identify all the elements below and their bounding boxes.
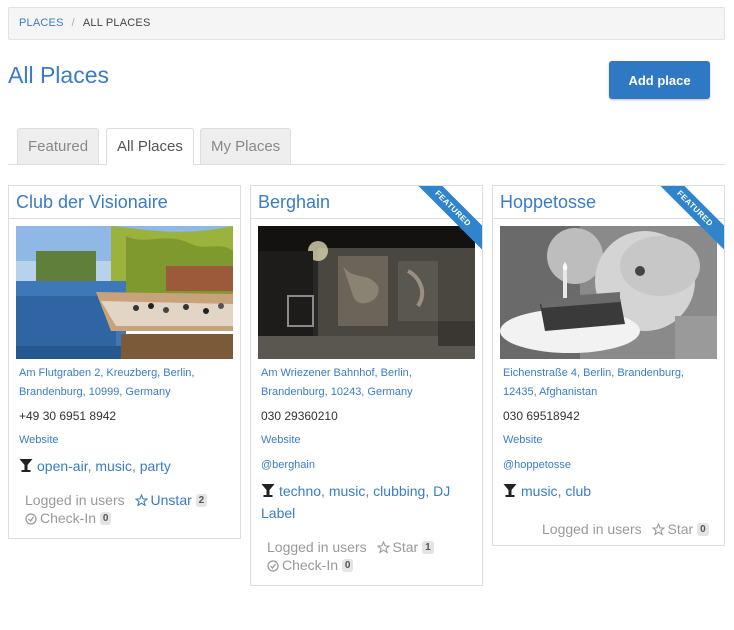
place-address-link[interactable]: Eichenstraße 4, Berlin, Brandenburg, 124… — [503, 364, 714, 402]
unstar-label: Unstar — [150, 492, 192, 508]
place-phone: +49 30 6951 8942 — [19, 409, 117, 423]
breadcrumb-current: ALL PLACES — [82, 17, 151, 29]
star-count-badge: 1 — [422, 541, 434, 554]
star-button[interactable]: Star — [376, 539, 423, 555]
place-handle-link[interactable]: @berghain — [261, 457, 472, 473]
checkin-count-badge: 0 — [341, 559, 354, 572]
place-tags: music, club — [503, 480, 714, 502]
tag-link[interactable]: club — [565, 483, 591, 499]
unstar-button[interactable]: Unstar — [134, 492, 196, 508]
cocktail-glass-icon — [19, 459, 33, 472]
checkin-button[interactable]: Check-In 0 — [25, 509, 240, 527]
place-card: Club der Visionaire Am Flutgraben 2, Kre… — [8, 185, 241, 539]
breadcrumb-places-link[interactable]: PLACES — [19, 17, 64, 29]
place-title-link[interactable]: Hoppetosse — [500, 192, 596, 212]
card-footer: Logged in users Unstar 2 Check-In 0 — [25, 491, 240, 527]
star-outline-icon — [376, 541, 390, 554]
place-address-link[interactable]: Am Wriezener Bahnhof, Berlin, Brandenbur… — [261, 364, 472, 402]
canal-terrace-photo — [16, 226, 233, 359]
card-header: Club der Visionaire — [9, 186, 240, 219]
tag-link[interactable]: techno — [279, 483, 321, 499]
card-footer: Logged in users Star 0 — [542, 520, 724, 538]
cocktail-glass-icon — [261, 484, 275, 497]
place-title-link[interactable]: Berghain — [258, 192, 330, 212]
tag-link[interactable]: open-air — [37, 458, 88, 474]
check-circle-icon — [267, 560, 279, 572]
add-place-button[interactable]: Add place — [609, 61, 710, 99]
place-card: Hoppetosse FEATURED Eichenstraße 4, Berl… — [492, 185, 725, 546]
place-card: Berghain FEATURED Am Wriezener Bahnhof, … — [250, 185, 483, 586]
breadcrumb: PLACES / ALL PLACES — [8, 7, 725, 40]
cocktail-glass-icon — [503, 484, 517, 497]
graffiti-wall-photo — [258, 226, 475, 359]
tag-separator: , — [365, 483, 374, 499]
checkin-label: Check-In — [40, 510, 97, 526]
card-footer: Logged in users Star 1 Check-In 0 — [267, 538, 482, 574]
tag-link[interactable]: music — [95, 458, 132, 474]
tag-separator: , — [321, 483, 329, 499]
place-photo[interactable] — [16, 226, 233, 359]
tab-my-places[interactable]: My Places — [200, 128, 292, 164]
checkin-count-badge: 0 — [99, 512, 112, 525]
tag-separator: , — [131, 458, 140, 474]
place-address-link[interactable]: Am Flutgraben 2, Kreuzberg, Berlin, Bran… — [19, 364, 230, 402]
star-label: Star — [667, 521, 694, 537]
place-website-link[interactable]: Website — [503, 432, 714, 448]
checkin-label: Check-In — [282, 557, 339, 573]
place-photo[interactable] — [500, 226, 717, 359]
check-circle-icon — [25, 513, 37, 525]
place-website-link[interactable]: Website — [261, 432, 472, 448]
star-outline-icon — [651, 523, 665, 536]
page-title: All Places — [8, 62, 109, 88]
birthday-cake-photo — [500, 226, 717, 359]
footer-row: Logged in users Unstar 2 — [25, 491, 240, 509]
star-count-badge: 0 — [697, 523, 709, 536]
tab-featured[interactable]: Featured — [17, 128, 100, 164]
place-photo[interactable] — [258, 226, 475, 359]
breadcrumb-separator: / — [71, 17, 75, 29]
tag-link[interactable]: clubbing — [373, 483, 425, 499]
place-title-link[interactable]: Club der Visionaire — [16, 192, 168, 212]
star-label: Star — [392, 539, 419, 555]
logged-in-label: Logged in users — [25, 492, 125, 508]
place-tags: open-air, music, party — [19, 455, 230, 477]
tag-separator: , — [425, 483, 434, 499]
star-outline-icon — [134, 494, 148, 507]
star-button[interactable]: Star — [651, 521, 698, 537]
tab-bar: Featured All Places My Places — [8, 128, 725, 165]
place-website-link[interactable]: Website — [19, 432, 230, 448]
footer-row: Logged in users Star 1 — [267, 538, 482, 556]
place-phone: 030 69518942 — [503, 409, 580, 423]
logged-in-label: Logged in users — [267, 539, 367, 555]
place-handle-link[interactable]: @hoppetosse — [503, 457, 714, 473]
tag-link[interactable]: music — [521, 483, 558, 499]
place-tags: techno, music, clubbing, DJ Label — [261, 480, 472, 524]
place-phone: 030 29360210 — [261, 409, 338, 423]
checkin-button[interactable]: Check-In 0 — [267, 556, 482, 574]
star-count-badge: 2 — [195, 494, 208, 507]
footer-row: Logged in users Star 0 — [542, 520, 724, 538]
logged-in-label: Logged in users — [542, 521, 642, 537]
tag-link[interactable]: party — [140, 458, 171, 474]
tab-all-places[interactable]: All Places — [106, 128, 194, 165]
tag-link[interactable]: music — [329, 483, 366, 499]
